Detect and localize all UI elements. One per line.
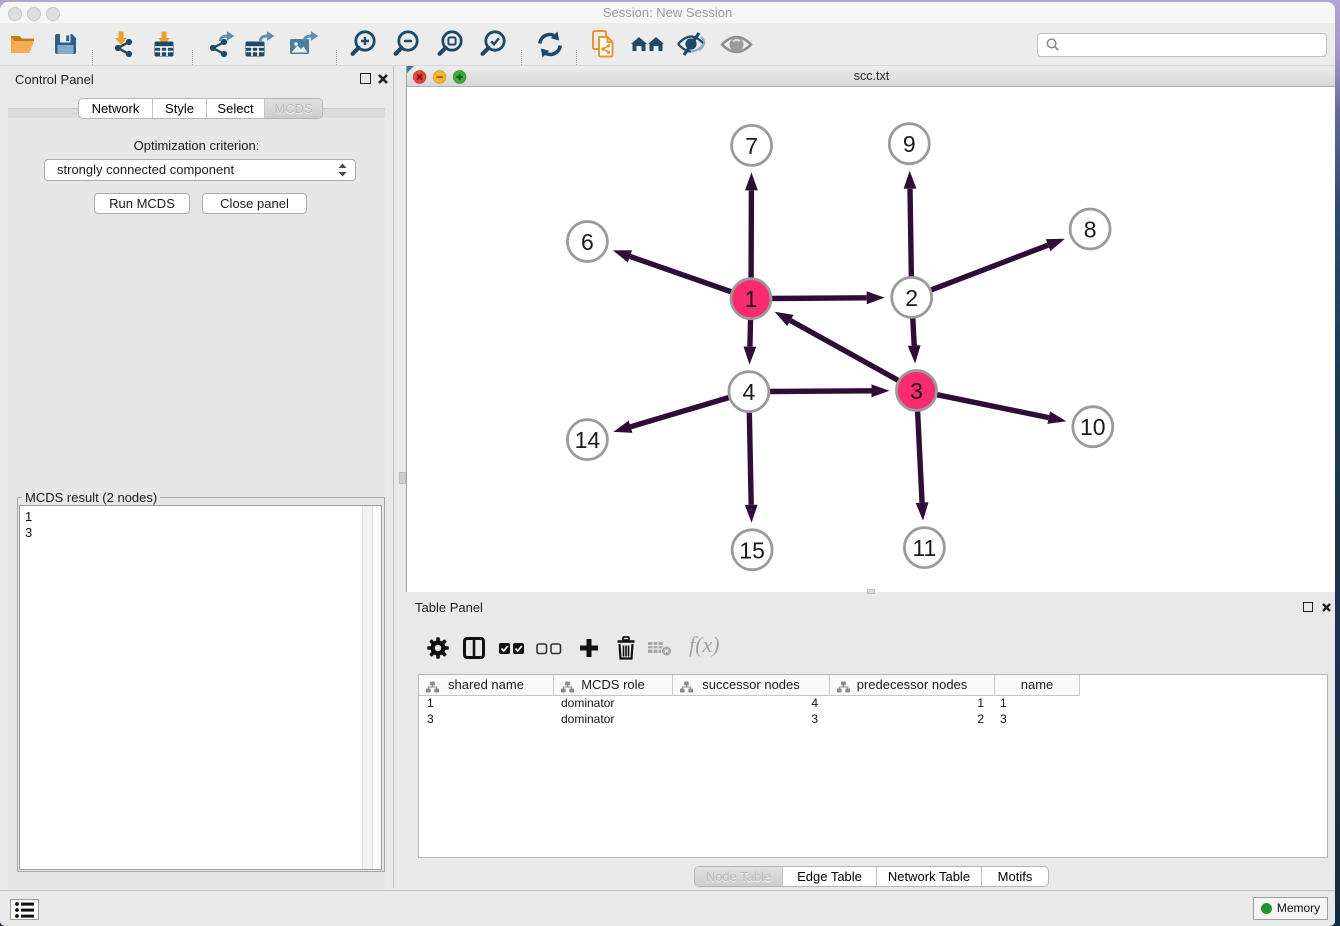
svg-text:14: 14 <box>575 427 601 453</box>
svg-text:10: 10 <box>1080 414 1106 440</box>
svg-text:6: 6 <box>581 229 594 255</box>
svg-text:7: 7 <box>745 133 758 159</box>
svg-text:4: 4 <box>743 379 756 405</box>
svg-text:2: 2 <box>905 285 918 311</box>
svg-text:11: 11 <box>912 535 936 561</box>
svg-text:8: 8 <box>1084 217 1097 243</box>
svg-text:15: 15 <box>739 537 765 563</box>
svg-text:1: 1 <box>745 286 758 312</box>
svg-text:9: 9 <box>903 131 916 157</box>
svg-text:3: 3 <box>910 378 923 404</box>
